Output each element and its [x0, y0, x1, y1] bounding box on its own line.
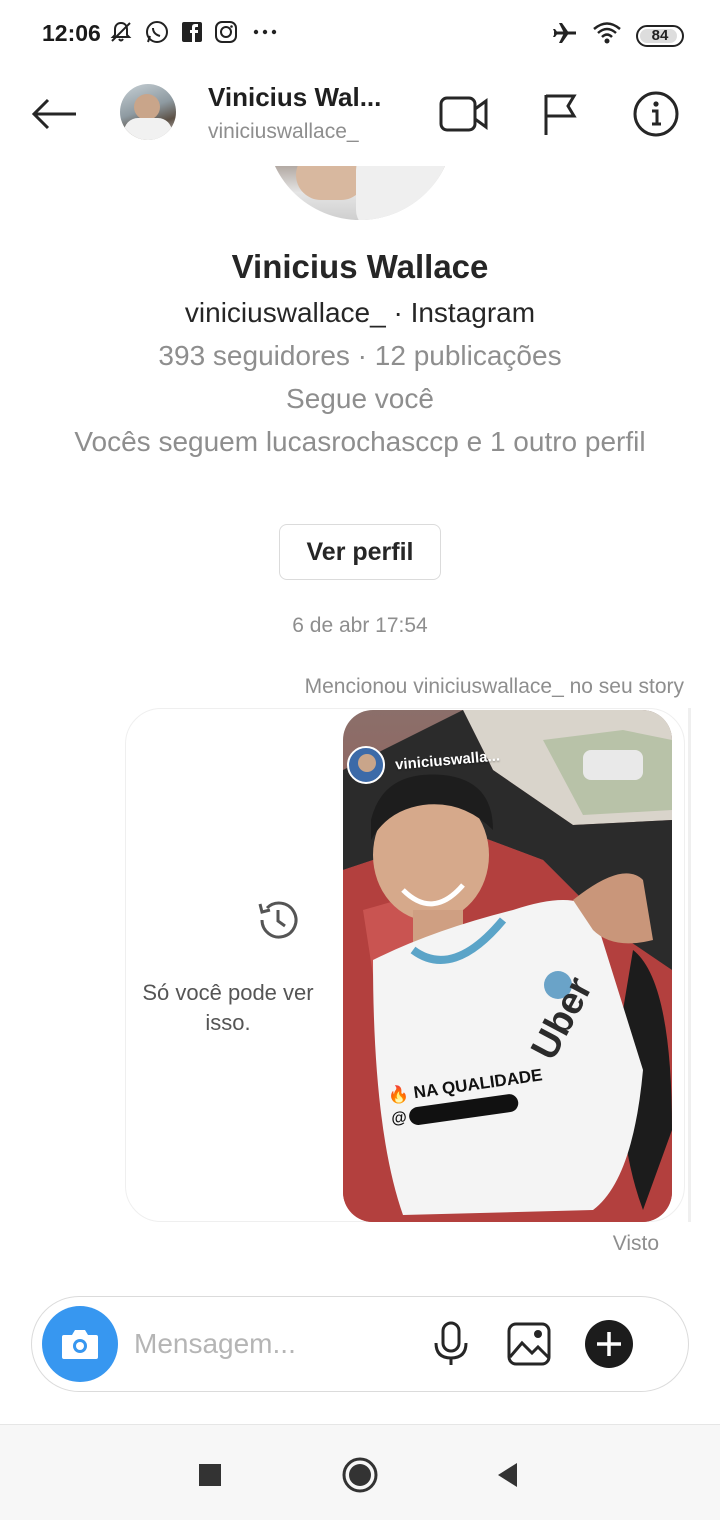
header-name[interactable]: Vinicius Wal...: [208, 82, 381, 113]
battery-level: 84: [651, 27, 669, 44]
notification-icons: [108, 19, 282, 45]
header-avatar[interactable]: [120, 84, 176, 140]
chat-header: Vinicius Wal... viniciuswallace_: [0, 70, 720, 166]
profile-follows-you: Segue você: [286, 383, 434, 414]
profile-stats-line: 393 seguidores · 12 publicações: [158, 340, 562, 371]
system-icons: 84: [552, 20, 684, 51]
triangle-back-icon: [498, 1463, 517, 1487]
camera-icon: [62, 1330, 98, 1359]
square-icon: [199, 1464, 221, 1486]
wifi-icon: [592, 20, 622, 51]
status-time: 12:06: [42, 20, 101, 46]
message-input[interactable]: [134, 1322, 414, 1366]
home-button[interactable]: [340, 1455, 380, 1495]
add-button[interactable]: [584, 1318, 634, 1370]
system-nav-bar: [0, 1424, 720, 1520]
system-back-button[interactable]: [488, 1455, 528, 1495]
story-avatar: [347, 746, 385, 784]
mention-note: Mencionou viniciuswallace_ no seu story: [304, 675, 684, 698]
message-divider: [688, 708, 691, 1222]
view-profile-button[interactable]: Ver perfil: [279, 524, 441, 580]
battery-indicator: 84: [636, 24, 684, 47]
home-circle-icon: [342, 1457, 378, 1493]
facebook-icon: [180, 20, 204, 44]
info-icon: [633, 91, 679, 137]
back-arrow-icon: [31, 98, 76, 130]
video-call-icon: [439, 96, 488, 132]
camera-button[interactable]: [42, 1306, 118, 1382]
add-icon: [585, 1320, 633, 1368]
info-button[interactable]: [630, 88, 682, 140]
gallery-button[interactable]: [504, 1318, 554, 1370]
instagram-icon: [214, 20, 238, 44]
profile-mutual-followers: Vocês seguem lucasrochasccp e 1 outro pe…: [74, 426, 646, 457]
story-mention-prefix: @: [390, 1108, 409, 1128]
status-bar: 12:06 84: [0, 0, 720, 70]
whatsapp-icon: [144, 19, 170, 45]
microphone-icon: [434, 1321, 468, 1365]
video-call-button[interactable]: [438, 88, 490, 140]
airplane-icon: [552, 20, 578, 51]
seen-status: Visto: [612, 1232, 659, 1255]
profile-name: Vinicius Wallace: [231, 248, 489, 285]
profile-account-line: viniciuswallace_ · Instagram: [184, 297, 536, 328]
history-icon: [254, 896, 302, 944]
private-note: Só você pode ver isso.: [142, 980, 314, 1035]
story-photo: Uber: [343, 710, 672, 1222]
mute-bell-icon: [108, 19, 134, 45]
more-dots-icon: [248, 20, 282, 44]
message-timestamp: 6 de abr 17:54: [292, 614, 428, 637]
flag-icon: [544, 94, 577, 135]
report-button[interactable]: [534, 88, 586, 140]
back-button[interactable]: [30, 92, 82, 136]
story-thumbnail[interactable]: Uber viniciuswalla... 🔥 NA QUALIDADE @: [343, 710, 672, 1222]
gallery-icon: [507, 1322, 551, 1366]
voice-message-button[interactable]: [426, 1318, 476, 1370]
recents-button[interactable]: [190, 1455, 230, 1495]
header-username[interactable]: viniciuswallace_: [208, 120, 359, 144]
